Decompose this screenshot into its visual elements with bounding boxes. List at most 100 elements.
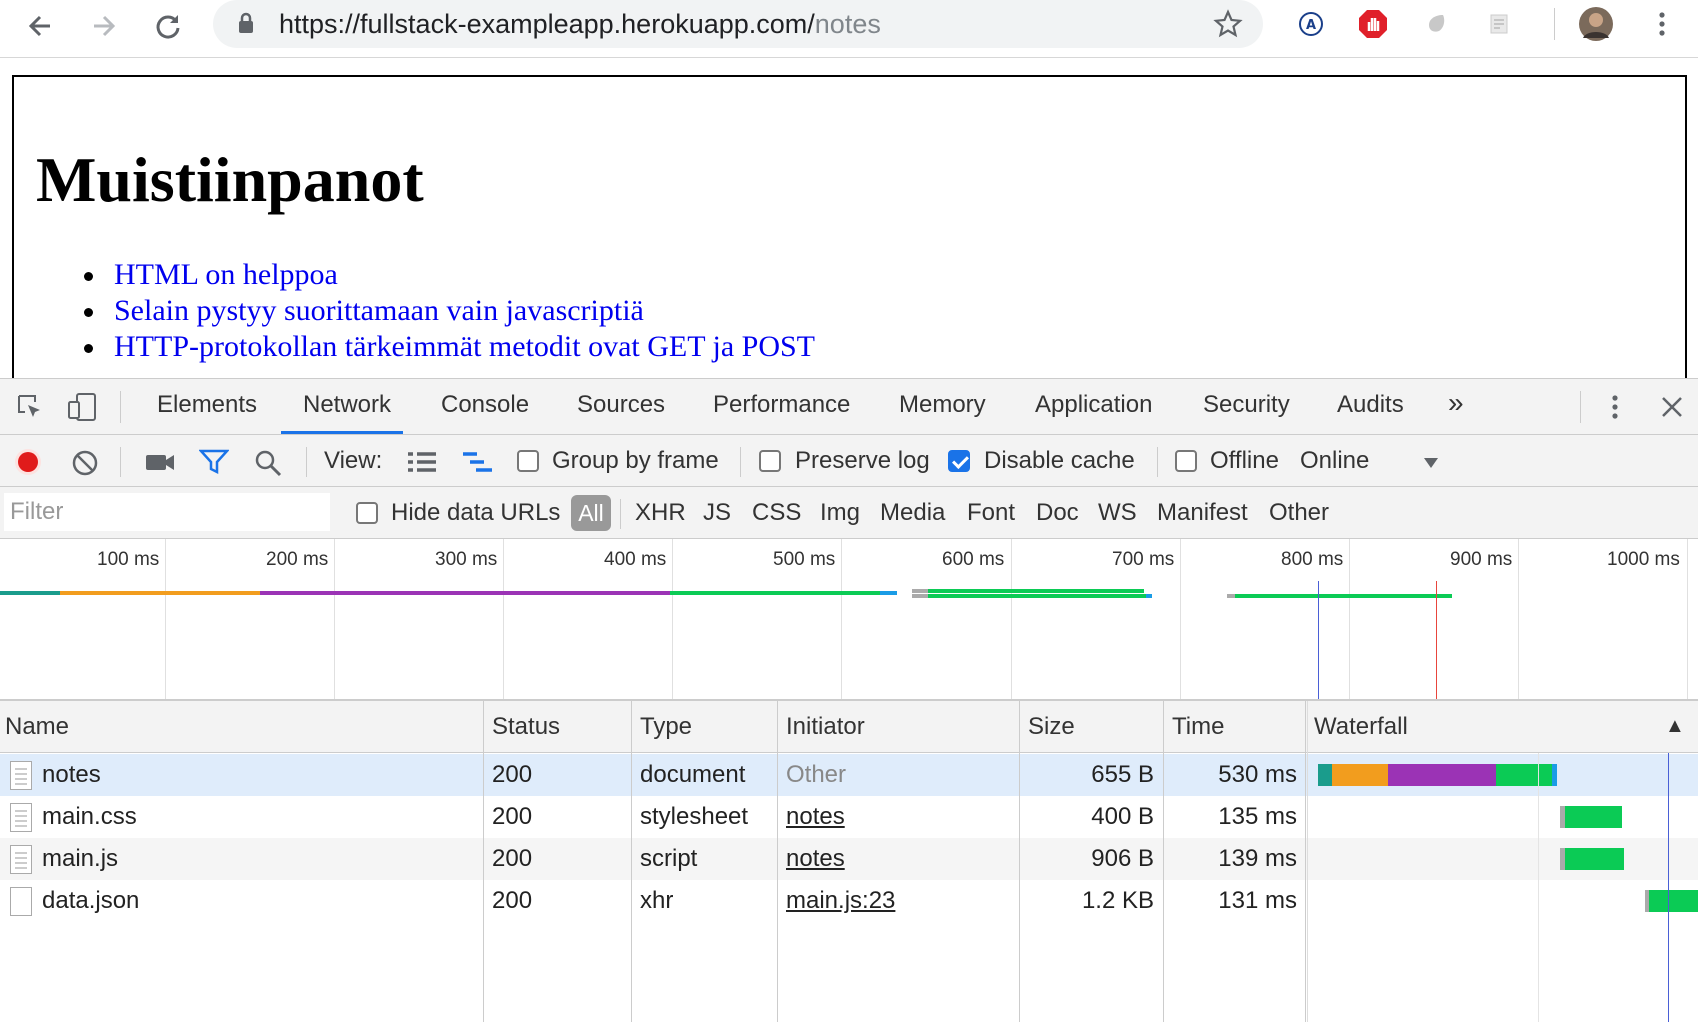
filter-type-css[interactable]: CSS: [752, 499, 801, 527]
request-size: 906 B: [1091, 845, 1154, 872]
table-row[interactable]: notes 200 document Other 655 B 530 ms: [0, 754, 1698, 796]
chevron-down-icon[interactable]: [1423, 457, 1439, 469]
request-initiator-link[interactable]: notes: [786, 803, 845, 831]
network-overview[interactable]: 100 ms 200 ms 300 ms 400 ms 500 ms 600 m…: [0, 539, 1698, 701]
large-rows-icon[interactable]: [407, 451, 437, 473]
profile-avatar[interactable]: [1578, 6, 1614, 42]
waterfall-view-icon[interactable]: [462, 451, 494, 473]
browser-menu-button[interactable]: [1644, 6, 1680, 42]
request-name: main.js: [42, 845, 119, 872]
column-waterfall[interactable]: Waterfall: [1314, 713, 1408, 741]
extension-tiles-icon[interactable]: [1481, 6, 1517, 42]
overview-bar-queued: [912, 589, 928, 593]
search-icon[interactable]: [254, 449, 282, 477]
waterfall-stalled: [1332, 764, 1388, 786]
filter-input[interactable]: [4, 493, 330, 531]
tab-elements[interactable]: Elements: [157, 391, 257, 419]
xhr-file-icon: [10, 887, 32, 916]
active-tab-indicator: [281, 431, 403, 434]
tab-performance[interactable]: Performance: [713, 391, 850, 419]
requests-table: Name Status Type Initiator Size Time Wat…: [0, 701, 1698, 1022]
column-name[interactable]: Name: [5, 713, 69, 741]
close-icon[interactable]: [1660, 395, 1684, 419]
tab-network[interactable]: Network: [303, 391, 391, 419]
devtools-menu-icon[interactable]: [1610, 393, 1620, 421]
filter-funnel-icon[interactable]: [199, 449, 229, 475]
url-text: https://fullstack-exampleapp.herokuapp.c…: [279, 9, 881, 39]
reload-button[interactable]: [148, 6, 188, 46]
filter-type-all[interactable]: All: [571, 495, 611, 531]
column-size[interactable]: Size: [1028, 713, 1075, 741]
sort-ascending-icon[interactable]: ▲: [1665, 715, 1685, 738]
tab-sources[interactable]: Sources: [577, 391, 665, 419]
request-name: main.css: [42, 803, 137, 830]
overview-bar-download: [670, 591, 895, 595]
group-by-frame-checkbox[interactable]: [517, 450, 539, 472]
throttling-select[interactable]: Online: [1300, 447, 1369, 475]
dom-content-loaded-line: [1668, 753, 1669, 1022]
preserve-log-label: Preserve log: [795, 447, 930, 474]
note-link[interactable]: Selain pystyy suorittamaan vain javascri…: [74, 293, 815, 329]
table-row[interactable]: main.css 200 stylesheet notes 400 B 135 …: [0, 796, 1698, 838]
svg-text:A: A: [1306, 18, 1316, 33]
clear-icon[interactable]: [72, 450, 98, 476]
filter-type-ws[interactable]: WS: [1098, 499, 1137, 527]
view-label: View:: [324, 447, 383, 474]
extension-grey-icon[interactable]: [1420, 6, 1456, 42]
tab-console[interactable]: Console: [441, 391, 529, 419]
overview-bar-ttfb: [260, 591, 670, 595]
script-file-icon: [10, 845, 32, 874]
column-time[interactable]: Time: [1172, 713, 1224, 741]
forward-button[interactable]: [84, 6, 124, 46]
request-status: 200: [492, 803, 533, 830]
adblock-icon[interactable]: [1355, 6, 1391, 42]
request-time: 139 ms: [1218, 845, 1297, 872]
address-bar[interactable]: https://fullstack-exampleapp.herokuapp.c…: [213, 0, 1263, 48]
filter-type-doc[interactable]: Doc: [1036, 499, 1079, 527]
filter-type-media[interactable]: Media: [880, 499, 945, 527]
tab-security[interactable]: Security: [1203, 391, 1290, 419]
column-type[interactable]: Type: [640, 713, 692, 741]
request-initiator-link[interactable]: main.js:23: [786, 887, 895, 915]
hide-data-urls-checkbox[interactable]: [356, 502, 378, 524]
note-link[interactable]: HTTP-protokollan tärkeimmät metodit ovat…: [74, 329, 815, 365]
request-type: document: [640, 761, 746, 788]
back-arrow-icon: [28, 15, 50, 37]
overview-bar-waiting: [0, 591, 60, 595]
tick-label: 800 ms: [1281, 549, 1344, 570]
devtools-panel: Elements Network Console Sources Perform…: [0, 378, 1698, 1022]
filter-type-img[interactable]: Img: [820, 499, 860, 527]
filter-type-other[interactable]: Other: [1269, 499, 1329, 527]
extension-a-icon[interactable]: A: [1293, 6, 1329, 42]
offline-checkbox[interactable]: [1175, 450, 1197, 472]
filter-type-xhr[interactable]: XHR: [635, 499, 686, 527]
tick-label: 700 ms: [1112, 549, 1175, 570]
overview-bar-tail: [1146, 594, 1152, 598]
device-toolbar-icon[interactable]: [66, 391, 98, 423]
preserve-log-checkbox[interactable]: [759, 450, 781, 472]
column-status[interactable]: Status: [492, 713, 560, 741]
back-button[interactable]: [20, 6, 60, 46]
request-initiator-link[interactable]: notes: [786, 845, 845, 873]
tab-application[interactable]: Application: [1035, 391, 1152, 419]
tab-memory[interactable]: Memory: [899, 391, 986, 419]
note-link[interactable]: HTML on helppoa: [74, 257, 815, 293]
request-status: 200: [492, 845, 533, 872]
bookmark-star-icon[interactable]: [1213, 9, 1243, 39]
filter-type-font[interactable]: Font: [967, 499, 1015, 527]
overview-bar-download: [928, 589, 1144, 593]
disable-cache-checkbox[interactable]: [948, 450, 970, 472]
overview-bar-queued: [1227, 594, 1235, 598]
request-size: 655 B: [1091, 761, 1154, 788]
request-time: 135 ms: [1218, 803, 1297, 830]
column-initiator[interactable]: Initiator: [786, 713, 865, 741]
screenshot-camera-icon[interactable]: [145, 452, 175, 472]
filter-type-manifest[interactable]: Manifest: [1157, 499, 1248, 527]
tab-audits[interactable]: Audits: [1337, 391, 1404, 419]
inspect-element-icon[interactable]: [16, 393, 44, 421]
more-tabs-button[interactable]: »: [1448, 387, 1464, 419]
table-row[interactable]: main.js 200 script notes 906 B 139 ms: [0, 838, 1698, 880]
record-icon[interactable]: [14, 448, 42, 476]
filter-type-js[interactable]: JS: [703, 499, 731, 527]
table-row[interactable]: data.json 200 xhr main.js:23 1.2 KB 131 …: [0, 880, 1698, 922]
